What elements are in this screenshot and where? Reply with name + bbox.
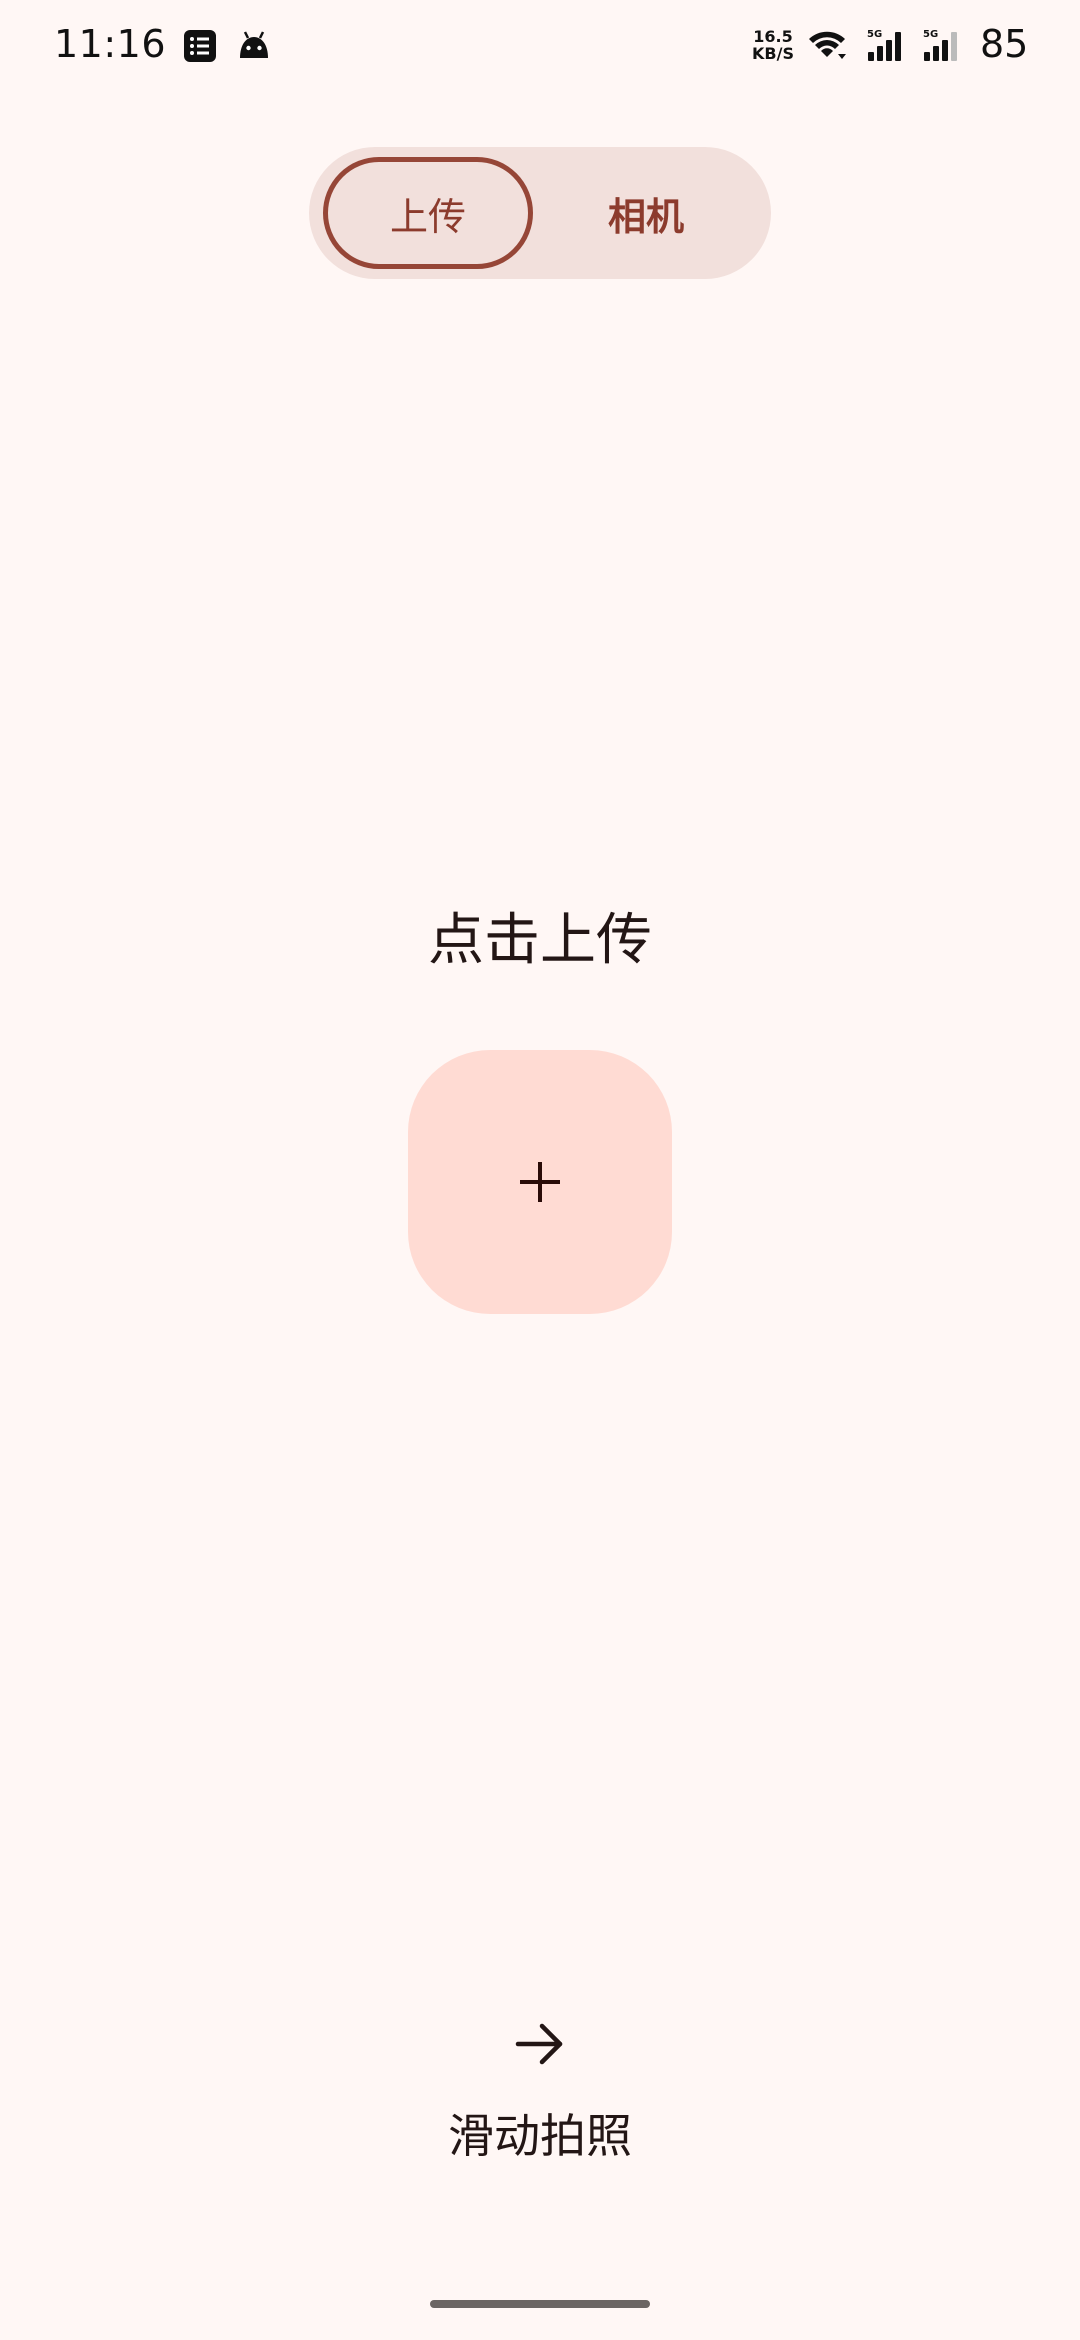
plus-icon — [520, 1162, 560, 1202]
svg-text:5G: 5G — [923, 29, 938, 40]
add-upload-button[interactable] — [408, 1050, 672, 1314]
status-time: 11:16 — [54, 22, 167, 66]
battery-level: 85 — [980, 22, 1029, 66]
upload-screen: 11:16 16.5 KB/S 5G 5G 85 上传 相机 点击上传 滑动拍照 — [0, 0, 1080, 2340]
network-speed: 16.5 KB/S — [752, 27, 794, 63]
status-bar: 11:16 16.5 KB/S 5G 5G 85 — [0, 0, 1080, 96]
list-notification-icon — [184, 30, 216, 62]
signal-icon: 5G — [923, 29, 957, 61]
swipe-hint-label: 滑动拍照 — [448, 2109, 632, 2163]
upload-prompt: 点击上传 — [428, 908, 652, 973]
svg-text:5G: 5G — [867, 29, 882, 40]
wifi-icon — [809, 31, 846, 59]
android-icon — [240, 31, 268, 58]
home-indicator[interactable] — [430, 2300, 650, 2308]
arrow-right-icon — [515, 2023, 563, 2065]
tab-camera[interactable]: 相机 — [541, 157, 751, 269]
signal-icon: 5G — [867, 29, 901, 61]
mode-tabs: 上传 相机 — [309, 147, 771, 279]
tab-upload[interactable]: 上传 — [323, 157, 533, 269]
